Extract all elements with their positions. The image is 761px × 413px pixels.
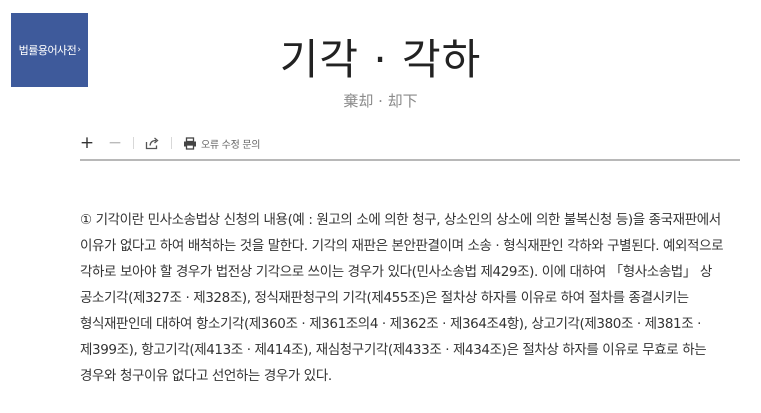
entry-hanja: 棄却 · 却下 xyxy=(343,92,418,110)
share-icon xyxy=(145,137,159,149)
definition-paragraph: ① 기각이란 민사소송법상 신청의 내용(예 : 원고의 소에 의한 청구, 상… xyxy=(80,212,724,384)
header-divider xyxy=(80,159,740,161)
toolbar-divider xyxy=(171,137,172,149)
print-button[interactable] xyxy=(183,136,197,150)
toolbar: + − 오류 수정 문의 xyxy=(80,133,261,153)
zoom-out-button[interactable]: − xyxy=(108,133,122,153)
plus-icon: + xyxy=(79,133,95,153)
minus-icon: − xyxy=(107,133,123,153)
entry-title: 기각 · 각하 xyxy=(279,35,482,84)
report-error-link[interactable]: 오류 수정 문의 xyxy=(201,136,260,151)
zoom-in-button[interactable]: + xyxy=(80,133,94,153)
toolbar-divider xyxy=(133,137,134,149)
share-button[interactable] xyxy=(145,137,160,150)
print-icon xyxy=(184,136,196,150)
